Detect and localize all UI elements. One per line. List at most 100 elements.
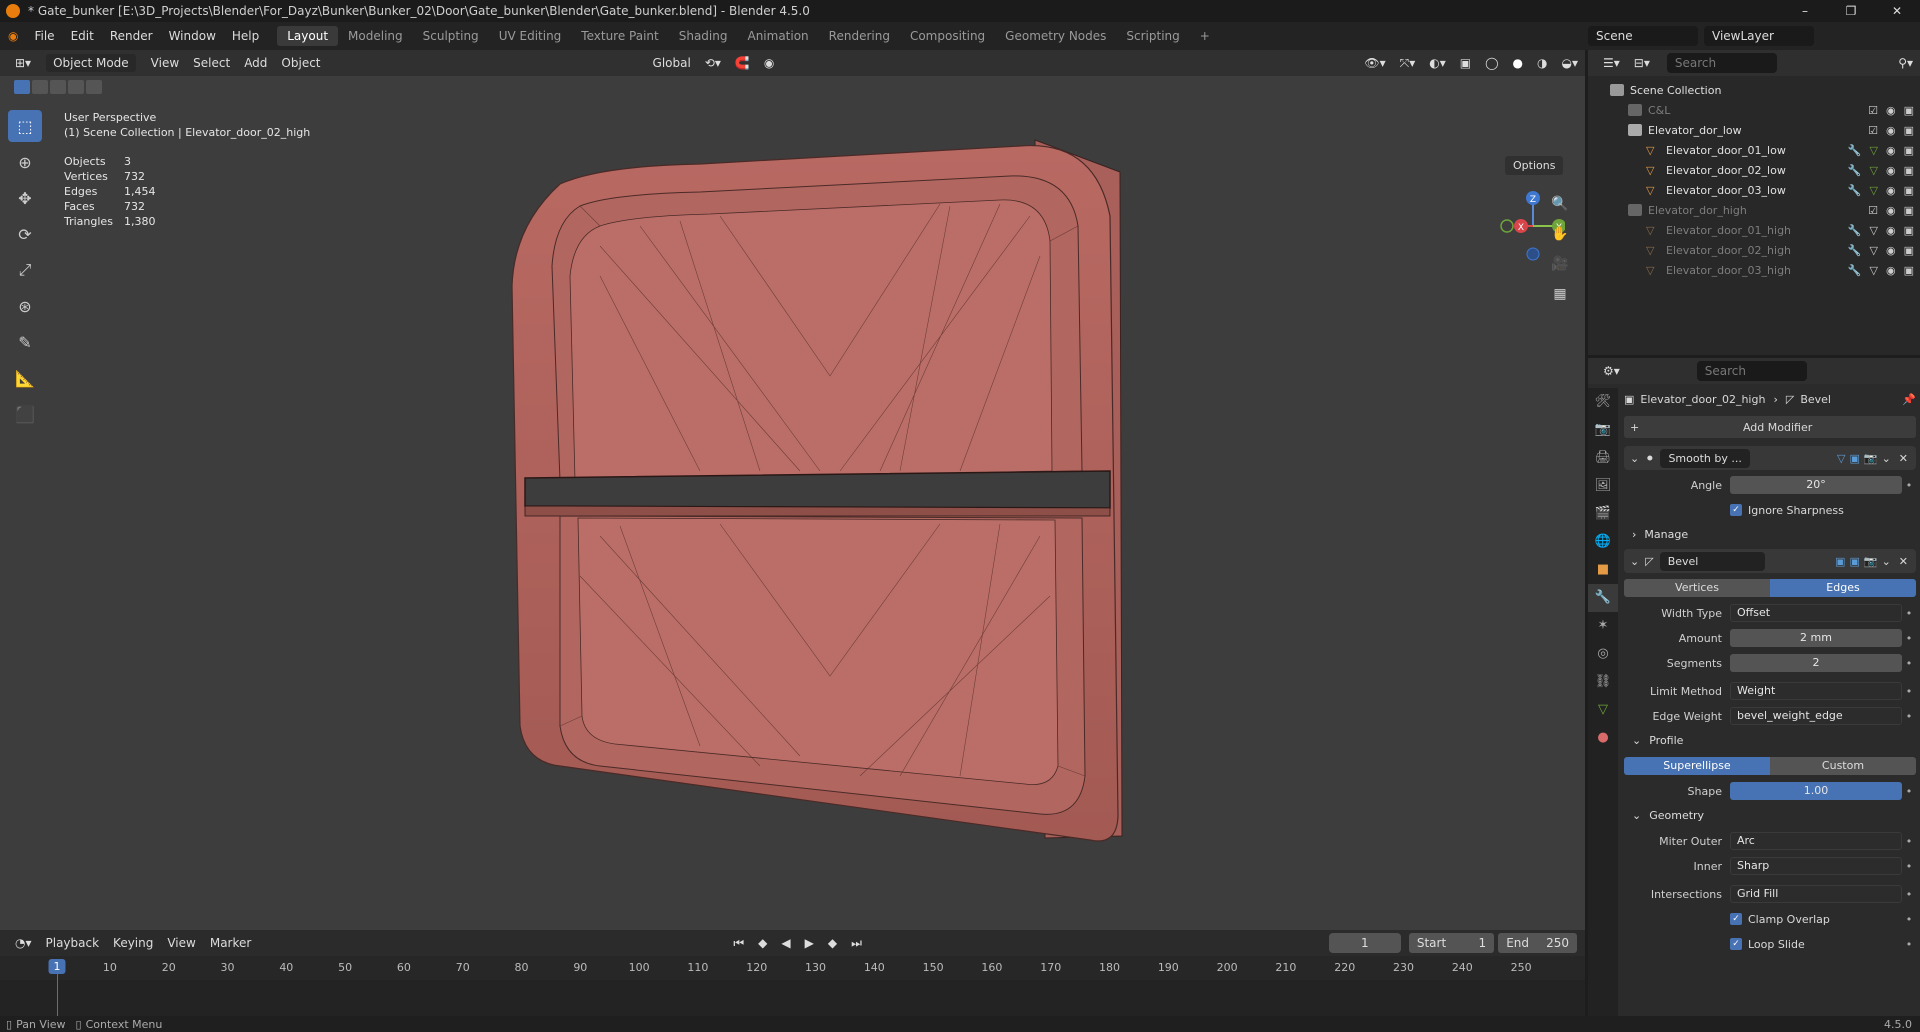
- data-tab-icon[interactable]: ▽: [1588, 696, 1618, 724]
- xray-icon[interactable]: ▣: [1453, 54, 1478, 72]
- eye-icon[interactable]: ◉: [1886, 264, 1896, 277]
- add-cube-tool-icon[interactable]: ⬛: [8, 398, 42, 430]
- scene-field[interactable]: Scene: [1588, 26, 1698, 46]
- smooth-modifier-name[interactable]: Smooth by ...: [1660, 448, 1751, 468]
- tab-layout[interactable]: Layout: [277, 26, 339, 46]
- camera-icon[interactable]: ▣: [1904, 204, 1914, 217]
- limit-method-dropdown[interactable]: Weight: [1730, 682, 1902, 700]
- camera-icon[interactable]: ▣: [1904, 124, 1914, 137]
- outliner-search[interactable]: Search: [1666, 53, 1777, 73]
- rotate-tool-icon[interactable]: ⟳: [8, 218, 42, 250]
- outliner-row[interactable]: C&L ☑ ◉ ▣: [1610, 100, 1920, 120]
- select-subtract-icon[interactable]: [50, 80, 66, 94]
- prev-keyframe-icon[interactable]: ◆: [751, 934, 774, 952]
- viewport-toggle-icon[interactable]: ▣: [1849, 452, 1859, 465]
- scale-tool-icon[interactable]: ⤢: [8, 254, 42, 286]
- start-frame-field[interactable]: 1: [1454, 933, 1495, 953]
- eye-icon[interactable]: ◉: [1886, 244, 1896, 257]
- shading-wireframe-icon[interactable]: ◯: [1478, 54, 1505, 72]
- bevel-modifier-name[interactable]: Bevel: [1659, 551, 1765, 571]
- tab-animation[interactable]: Animation: [737, 26, 818, 46]
- superellipse-option[interactable]: Superellipse: [1624, 757, 1770, 775]
- camera-icon[interactable]: ▣: [1904, 244, 1914, 257]
- menu-object[interactable]: Object: [274, 54, 327, 72]
- select-box-tool-icon[interactable]: ⬚: [8, 110, 42, 142]
- tab-scripting[interactable]: Scripting: [1116, 26, 1189, 46]
- annotate-tool-icon[interactable]: ✎: [8, 326, 42, 358]
- outliner-row[interactable]: ▽ Elevator_door_02_high 🔧 ▽ ◉ ▣: [1610, 240, 1920, 260]
- current-frame-field[interactable]: 1: [1328, 933, 1401, 953]
- timeline-editor-icon[interactable]: ◔▾: [8, 934, 39, 952]
- tool-tab-icon[interactable]: 🛠: [1588, 388, 1618, 416]
- modifier-tab-icon[interactable]: 🔧: [1588, 584, 1618, 612]
- menu-add[interactable]: Add: [237, 54, 274, 72]
- next-keyframe-icon[interactable]: ◆: [821, 934, 844, 952]
- edge-weight-field[interactable]: bevel_weight_edge: [1730, 707, 1902, 725]
- select-invert-icon[interactable]: [68, 80, 84, 94]
- width-type-dropdown[interactable]: Offset: [1730, 604, 1902, 622]
- outliner-row[interactable]: ▽ Elevator_door_02_low 🔧 ▽ ◉ ▣: [1610, 160, 1920, 180]
- keyframe-dot-icon[interactable]: •: [1902, 632, 1916, 645]
- camera-icon[interactable]: ▣: [1904, 224, 1914, 237]
- menu-render[interactable]: Render: [102, 29, 161, 43]
- loop-slide-checkbox[interactable]: ✓: [1730, 938, 1742, 950]
- world-tab-icon[interactable]: 🌐: [1588, 528, 1618, 556]
- clear-icon[interactable]: •: [1902, 710, 1916, 723]
- clamp-overlap-checkbox[interactable]: ✓: [1730, 913, 1742, 925]
- view-layer-tab-icon[interactable]: 🖼: [1588, 472, 1618, 500]
- viewport-toggle-icon[interactable]: ▣: [1849, 555, 1859, 568]
- menu-keying[interactable]: Keying: [106, 934, 160, 952]
- menu-edit[interactable]: Edit: [63, 29, 102, 43]
- close-icon[interactable]: ✕: [1874, 0, 1920, 22]
- add-modifier-button[interactable]: + Add Modifier: [1624, 416, 1916, 438]
- measure-tool-icon[interactable]: 📐: [8, 362, 42, 394]
- outliner-row[interactable]: ▽ Elevator_door_03_high 🔧 ▽ ◉ ▣: [1610, 260, 1920, 280]
- mode-dropdown[interactable]: Object Mode: [46, 54, 136, 72]
- outliner-row[interactable]: ▽ Elevator_door_01_high 🔧 ▽ ◉ ▣: [1610, 220, 1920, 240]
- menu-help[interactable]: Help: [224, 29, 267, 43]
- dropdown-icon[interactable]: ⌄: [1882, 452, 1891, 465]
- play-reverse-icon[interactable]: ◀: [774, 934, 797, 952]
- add-workspace-icon[interactable]: +: [1190, 26, 1220, 46]
- physics-tab-icon[interactable]: ◎: [1588, 640, 1618, 668]
- expand-chevron-icon[interactable]: ⌄: [1630, 555, 1639, 568]
- camera-icon[interactable]: ▣: [1904, 104, 1914, 117]
- outliner-row[interactable]: Elevator_dor_high ☑ ◉ ▣: [1610, 200, 1920, 220]
- tab-geometry-nodes[interactable]: Geometry Nodes: [995, 26, 1116, 46]
- menu-file[interactable]: File: [26, 29, 62, 43]
- menu-window[interactable]: Window: [161, 29, 224, 43]
- select-extend-icon[interactable]: [32, 80, 48, 94]
- filter-icon[interactable]: ⚲▾: [1891, 54, 1920, 72]
- menu-view[interactable]: View: [144, 54, 186, 72]
- outliner-root[interactable]: Scene Collection: [1610, 80, 1920, 100]
- cursor-tool-icon[interactable]: ⊕: [8, 146, 42, 178]
- outliner-row[interactable]: ▽ Elevator_door_03_low 🔧 ▽ ◉ ▣: [1610, 180, 1920, 200]
- tab-sculpting[interactable]: Sculpting: [413, 26, 489, 46]
- eye-icon[interactable]: ◉: [1886, 224, 1896, 237]
- select-new-icon[interactable]: [14, 80, 30, 94]
- edit-mode-toggle-icon[interactable]: ▽: [1837, 452, 1845, 465]
- view-layer-field[interactable]: ViewLayer: [1704, 26, 1814, 46]
- timeline-ruler[interactable]: 1 10 20 30 40 50 60 70 80 90 100 110 120 130 140 150 160…: [0, 956, 1585, 980]
- edges-option[interactable]: Edges: [1770, 579, 1916, 597]
- tab-texture-paint[interactable]: Texture Paint: [571, 26, 668, 46]
- tab-shading[interactable]: Shading: [669, 26, 738, 46]
- blender-menu-icon[interactable]: ◉: [8, 29, 18, 43]
- proportional-edit-icon[interactable]: ◉: [757, 54, 781, 72]
- maximize-icon[interactable]: ❐: [1828, 0, 1874, 22]
- overlay-toggle-icon[interactable]: ◐▾: [1422, 54, 1453, 72]
- camera-icon[interactable]: ▣: [1904, 184, 1914, 197]
- keyframe-dot-icon[interactable]: •: [1902, 785, 1916, 798]
- eye-icon[interactable]: ◉: [1886, 204, 1896, 217]
- pivot-icon[interactable]: ⟲▾: [698, 54, 728, 72]
- eye-icon[interactable]: ◉: [1886, 104, 1896, 117]
- keyframe-dot-icon[interactable]: •: [1902, 835, 1916, 848]
- snap-icon[interactable]: 🧲: [728, 54, 757, 72]
- menu-marker[interactable]: Marker: [203, 934, 258, 952]
- ortho-grid-icon[interactable]: ▦: [1548, 282, 1572, 306]
- dropdown-icon[interactable]: ⌄: [1882, 555, 1891, 568]
- output-tab-icon[interactable]: 🖨: [1588, 444, 1618, 472]
- menu-select[interactable]: Select: [186, 54, 237, 72]
- keyframe-dot-icon[interactable]: •: [1902, 685, 1916, 698]
- smooth-modifier-header[interactable]: ⌄ ⚫ Smooth by ... ▽ ▣ 📷 ⌄ ✕: [1624, 446, 1916, 470]
